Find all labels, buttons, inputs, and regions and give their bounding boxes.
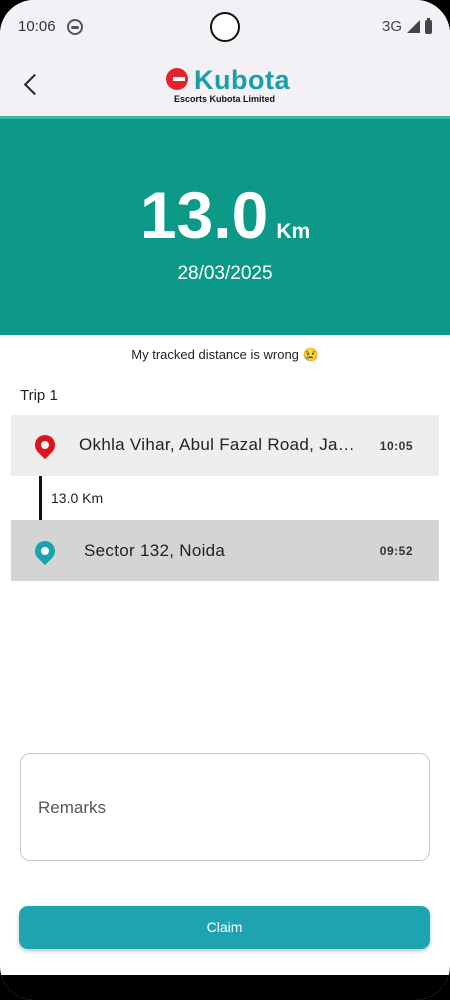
kubota-logo: Kubota Escorts Kubota Limited (162, 65, 290, 108)
start-location: Okhla Vihar, Abul Fazal Road, Jamia Naga… (79, 435, 364, 454)
app-bar: Kubota Escorts Kubota Limited (0, 56, 450, 116)
notification-icon (67, 19, 83, 35)
camera-cutout (210, 12, 240, 42)
app-screen: 10:06 3G Kubota Escorts Kubota Limited 1… (0, 0, 450, 1000)
navigation-bar (0, 975, 450, 1000)
report-wrong-distance-link[interactable]: My tracked distance is wrong 😢 (0, 347, 450, 363)
start-time: 10:05 (379, 439, 413, 453)
trip-start-row: Okhla Vihar, Abul Fazal Road, Jamia Naga… (11, 415, 439, 476)
logo-subtitle: Escorts Kubota Limited (174, 94, 276, 104)
remarks-label: Remarks (38, 798, 107, 817)
claim-button[interactable]: Claim (19, 906, 430, 949)
signal-icon (407, 20, 420, 33)
logo-wordmark: Kubota (194, 65, 290, 95)
status-time: 10:06 (18, 18, 56, 35)
start-location-pin-icon (30, 430, 60, 460)
distance-summary: 13.0 Km 28/03/2025 (0, 116, 450, 335)
leg-distance: 13.0 Km (51, 490, 104, 506)
trip-label: Trip 1 (20, 387, 58, 404)
distance-value: 13.0 (139, 178, 269, 252)
end-location: Sector 132, Noida (84, 541, 226, 560)
total-distance: 13.0 Km (0, 177, 450, 253)
battery-icon (425, 17, 432, 34)
remarks-input[interactable]: Remarks (20, 753, 430, 861)
network-type: 3G (381, 18, 402, 35)
end-location-pin-icon (30, 536, 60, 566)
back-button[interactable] (18, 68, 50, 102)
trip-date: 28/03/2025 (177, 263, 273, 284)
end-time: 09:52 (379, 544, 413, 558)
escorts-logo-icon (166, 68, 188, 90)
status-indicators: 3G (381, 17, 432, 35)
trip-connector-line (39, 476, 42, 520)
status-bar: 10:06 3G (0, 0, 450, 56)
distance-unit: Km (276, 220, 311, 243)
trip-end-row: Sector 132, Noida 09:52 (11, 520, 439, 581)
